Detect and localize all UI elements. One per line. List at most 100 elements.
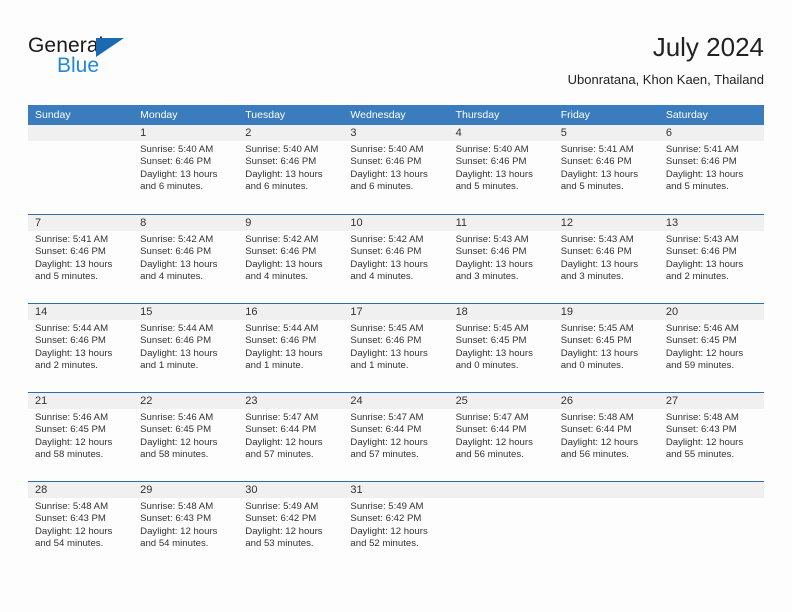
day-details: Sunrise: 5:46 AM Sunset: 6:45 PM Daylight:… — [133, 409, 238, 461]
day-details: Sunrise: 5:44 AM Sunset: 6:46 PM Daylight:… — [238, 320, 343, 372]
day-number: 20 — [658, 304, 764, 320]
calendar-day-cell[interactable]: 15 Sunrise: 5:44 AM Sunset: 6:46 PM Dayligh… — [133, 304, 239, 392]
calendar-day-cell[interactable]: 5 Sunrise: 5:41 AM Sunset: 6:46 PM Daylight… — [553, 125, 659, 214]
day-header-wednesday: Wednesday — [350, 109, 406, 121]
calendar-day-cell[interactable]: 12 Sunrise: 5:43 AM Sunset: 6:46 PM Dayligh… — [553, 215, 659, 303]
calendar-page: General Blue July 2024 Ubonratana, Khon … — [0, 0, 792, 612]
daylight-text: Daylight: 12 hours and 53 minutes. — [245, 525, 323, 549]
daylight-text: Daylight: 13 hours and 6 minutes. — [140, 168, 218, 192]
calendar-day-cell[interactable]: 20 Sunrise: 5:46 AM Sunset: 6:45 PM Dayligh… — [658, 304, 764, 392]
day-details: Sunrise: 5:41 AM Sunset: 6:46 PM Daylight:… — [28, 231, 133, 283]
calendar-day-cell[interactable]: 14 Sunrise: 5:44 AM Sunset: 6:46 PM Dayligh… — [28, 304, 134, 392]
sunrise-text: Sunrise: 5:42 AM — [350, 234, 424, 245]
day-number: 25 — [448, 393, 554, 409]
sunrise-text: Sunrise: 5:40 AM — [140, 144, 214, 155]
sunrise-text: Sunrise: 5:40 AM — [455, 144, 529, 155]
calendar-day-cell[interactable]: 30 Sunrise: 5:49 AM Sunset: 6:42 PM Dayligh… — [238, 482, 344, 570]
sunrise-text: Sunrise: 5:40 AM — [350, 144, 424, 155]
sunset-text: Sunset: 6:45 PM — [35, 424, 106, 436]
sunrise-text: Sunrise: 5:41 AM — [560, 144, 634, 155]
sunrise-text: Sunrise: 5:41 AM — [35, 234, 109, 245]
sunrise-text: Sunrise: 5:43 AM — [560, 234, 634, 245]
sunrise-text: Sunrise: 5:43 AM — [455, 234, 529, 245]
calendar-day-cell[interactable]: 31 Sunrise: 5:49 AM Sunset: 6:42 PM Dayligh… — [343, 482, 449, 570]
calendar-day-cell[interactable]: 25 Sunrise: 5:47 AM Sunset: 6:44 PM Dayligh… — [448, 393, 554, 481]
day-number: 10 — [343, 215, 449, 231]
day-number: 17 — [343, 304, 449, 320]
calendar-day-cell[interactable]: 17 Sunrise: 5:45 AM Sunset: 6:46 PM Dayligh… — [343, 304, 449, 392]
day-number: 26 — [553, 393, 659, 409]
day-details: Sunrise: 5:48 AM Sunset: 6:43 PM Daylight:… — [659, 409, 764, 461]
calendar-day-cell[interactable]: 3 Sunrise: 5:40 AM Sunset: 6:46 PM Daylight… — [343, 125, 449, 214]
page-subtitle: Ubonratana, Khon Kaen, Thailand — [567, 72, 764, 87]
sunrise-text: Sunrise: 5:40 AM — [245, 144, 319, 155]
day-details: Sunrise: 5:43 AM Sunset: 6:46 PM Daylight:… — [554, 231, 659, 283]
day-details: Sunrise: 5:40 AM Sunset: 6:46 PM Daylight:… — [343, 141, 448, 193]
sunset-text: Sunset: 6:46 PM — [560, 156, 632, 168]
daylight-text: Daylight: 13 hours and 4 minutes. — [140, 258, 218, 282]
calendar-day-cell[interactable]: 27 Sunrise: 5:48 AM Sunset: 6:43 PM Dayligh… — [658, 393, 764, 481]
sunrise-text: Sunrise: 5:41 AM — [665, 144, 739, 155]
sunset-text: Sunset: 6:45 PM — [665, 335, 737, 347]
sunset-text: Sunset: 6:46 PM — [245, 335, 317, 347]
calendar-day-cell[interactable]: 22 Sunrise: 5:46 AM Sunset: 6:45 PM Dayligh… — [133, 393, 239, 481]
sunrise-text: Sunrise: 5:46 AM — [140, 412, 214, 423]
day-details: Sunrise: 5:44 AM Sunset: 6:46 PM Daylight:… — [28, 320, 133, 372]
calendar-day-cell[interactable]: 1 Sunrise: 5:40 AM Sunset: 6:46 PM Daylight… — [133, 125, 239, 214]
day-number: 29 — [133, 482, 239, 498]
triangle-icon — [96, 38, 124, 57]
day-details: Sunrise: 5:43 AM Sunset: 6:46 PM Daylight:… — [659, 231, 764, 283]
daylight-text: Daylight: 13 hours and 4 minutes. — [245, 258, 323, 282]
calendar-day-cell[interactable]: 19 Sunrise: 5:45 AM Sunset: 6:45 PM Dayligh… — [553, 304, 659, 392]
sunrise-text: Sunrise: 5:49 AM — [350, 501, 424, 512]
daylight-text: Daylight: 12 hours and 56 minutes. — [455, 436, 533, 460]
calendar-day-cell[interactable]: 24 Sunrise: 5:47 AM Sunset: 6:44 PM Dayligh… — [343, 393, 449, 481]
day-number: 2 — [238, 125, 344, 141]
day-details: Sunrise: 5:47 AM Sunset: 6:44 PM Daylight:… — [238, 409, 343, 461]
calendar-week-row: 28 Sunrise: 5:48 AM Sunset: 6:43 PM Dayligh… — [28, 481, 764, 570]
day-number: 6 — [658, 125, 764, 141]
sunset-text: Sunset: 6:46 PM — [350, 156, 422, 168]
sunrise-text: Sunrise: 5:46 AM — [665, 323, 739, 334]
daylight-text: Daylight: 12 hours and 56 minutes. — [560, 436, 639, 460]
calendar-day-cell[interactable]: 2 Sunrise: 5:40 AM Sunset: 6:46 PM Daylight… — [238, 125, 344, 214]
calendar-day-cell[interactable]: 8 Sunrise: 5:42 AM Sunset: 6:46 PM Daylight… — [133, 215, 239, 303]
sunset-text: Sunset: 6:46 PM — [665, 156, 737, 168]
calendar-day-cell[interactable]: 6 Sunrise: 5:41 AM Sunset: 6:46 PM Daylight… — [658, 125, 764, 214]
daylight-text: Daylight: 12 hours and 57 minutes. — [350, 436, 428, 460]
daylight-text: Daylight: 13 hours and 0 minutes. — [455, 347, 533, 371]
day-details: Sunrise: 5:41 AM Sunset: 6:46 PM Daylight:… — [554, 141, 659, 193]
day-number: 18 — [448, 304, 554, 320]
day-details: Sunrise: 5:45 AM Sunset: 6:45 PM Daylight:… — [554, 320, 659, 372]
sunset-text: Sunset: 6:42 PM — [350, 513, 422, 525]
calendar-day-cell[interactable]: 29 Sunrise: 5:48 AM Sunset: 6:43 PM Dayligh… — [133, 482, 239, 570]
sunrise-text: Sunrise: 5:43 AM — [665, 234, 739, 245]
daylight-text: Daylight: 13 hours and 2 minutes. — [665, 258, 744, 282]
calendar-day-cell[interactable]: 10 Sunrise: 5:42 AM Sunset: 6:46 PM Dayligh… — [343, 215, 449, 303]
calendar-day-cell[interactable]: 23 Sunrise: 5:47 AM Sunset: 6:44 PM Dayligh… — [238, 393, 344, 481]
calendar-day-cell[interactable]: 4 Sunrise: 5:40 AM Sunset: 6:46 PM Daylight… — [448, 125, 554, 214]
calendar-day-cell[interactable]: 9 Sunrise: 5:42 AM Sunset: 6:46 PM Daylight… — [238, 215, 344, 303]
calendar-day-cell[interactable]: 11 Sunrise: 5:43 AM Sunset: 6:46 PM Dayligh… — [448, 215, 554, 303]
daylight-text: Daylight: 12 hours and 54 minutes. — [140, 525, 218, 549]
calendar-day-cell[interactable]: 21 Sunrise: 5:46 AM Sunset: 6:45 PM Dayligh… — [28, 393, 134, 481]
daylight-text: Daylight: 13 hours and 1 minute. — [140, 347, 218, 371]
calendar-day-cell[interactable]: 16 Sunrise: 5:44 AM Sunset: 6:46 PM Dayligh… — [238, 304, 344, 392]
calendar-day-cell[interactable]: 18 Sunrise: 5:45 AM Sunset: 6:45 PM Dayligh… — [448, 304, 554, 392]
calendar-day-cell[interactable]: 13 Sunrise: 5:43 AM Sunset: 6:46 PM Dayligh… — [658, 215, 764, 303]
day-number: 16 — [238, 304, 344, 320]
day-number — [658, 482, 764, 498]
day-number: 30 — [238, 482, 344, 498]
daylight-text: Daylight: 13 hours and 2 minutes. — [35, 347, 113, 371]
day-number: 14 — [28, 304, 134, 320]
day-details: Sunrise: 5:46 AM Sunset: 6:45 PM Daylight:… — [659, 320, 764, 372]
brand-logo[interactable]: General Blue — [28, 34, 158, 86]
daylight-text: Daylight: 13 hours and 3 minutes. — [560, 258, 639, 282]
day-number — [448, 482, 554, 498]
calendar-day-cell[interactable]: 28 Sunrise: 5:48 AM Sunset: 6:43 PM Dayligh… — [28, 482, 134, 570]
daylight-text: Daylight: 13 hours and 5 minutes. — [560, 168, 639, 192]
day-details: Sunrise: 5:46 AM Sunset: 6:45 PM Daylight:… — [28, 409, 133, 461]
calendar-day-cell[interactable]: 26 Sunrise: 5:48 AM Sunset: 6:44 PM Dayligh… — [553, 393, 659, 481]
calendar-day-cell[interactable]: 7 Sunrise: 5:41 AM Sunset: 6:46 PM Daylight… — [28, 215, 134, 303]
sunset-text: Sunset: 6:45 PM — [140, 424, 212, 436]
